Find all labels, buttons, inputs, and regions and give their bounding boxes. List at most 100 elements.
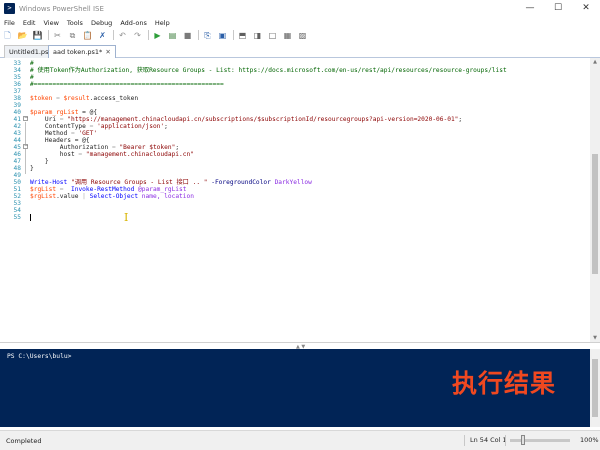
save-icon[interactable]: 💾 bbox=[32, 30, 43, 41]
token-variable: $rgList bbox=[30, 193, 57, 200]
menu-tools[interactable]: Tools bbox=[63, 19, 87, 27]
fold-toggle-icon[interactable]: − bbox=[23, 144, 28, 149]
paste-icon[interactable]: 📋 bbox=[82, 30, 93, 41]
token-argument: name, location bbox=[138, 193, 194, 200]
undo-icon[interactable]: ↶ bbox=[117, 30, 128, 41]
line-number: 43 bbox=[13, 130, 21, 137]
line-number: 49 bbox=[13, 172, 21, 179]
line-number: 36 bbox=[13, 81, 21, 88]
token-key: ContentType bbox=[30, 123, 86, 130]
toolbar-separator bbox=[198, 30, 199, 40]
code-line: Headers = @{ bbox=[30, 137, 588, 144]
status-divider bbox=[505, 435, 506, 446]
code-area[interactable]: # # 使用Token作为Authorization, 获取Resource G… bbox=[30, 60, 588, 221]
line-number: 35 bbox=[13, 74, 21, 81]
token-operator: = bbox=[85, 123, 98, 130]
token-argument: @param_rgList bbox=[134, 186, 187, 193]
close-tab-icon[interactable]: ✕ bbox=[105, 48, 110, 56]
token-key: Authorization bbox=[30, 144, 109, 151]
token-string: 'application/json' bbox=[97, 123, 165, 130]
line-number: 50 bbox=[13, 179, 21, 186]
line-number: 44 bbox=[13, 137, 21, 144]
scroll-up-icon[interactable]: ▲ bbox=[590, 58, 600, 66]
zoom-slider-thumb[interactable] bbox=[521, 435, 525, 445]
clear-console-icon[interactable]: ✗ bbox=[97, 30, 108, 41]
start-powershell-icon[interactable]: ▣ bbox=[217, 30, 228, 41]
scrollbar-thumb[interactable] bbox=[592, 154, 598, 274]
menu-edit[interactable]: Edit bbox=[19, 19, 40, 27]
show-script-top-icon[interactable]: ⬒ bbox=[237, 30, 248, 41]
maximize-button[interactable]: ☐ bbox=[544, 0, 572, 17]
token-operator: = bbox=[74, 151, 86, 158]
menu-debug[interactable]: Debug bbox=[87, 19, 116, 27]
new-file-icon[interactable]: 🗋 bbox=[2, 30, 13, 41]
menu-addons[interactable]: Add-ons bbox=[116, 19, 151, 27]
code-line: } bbox=[30, 158, 49, 165]
code-line: Method = 'GET' bbox=[30, 130, 588, 137]
show-script-maximized-icon[interactable]: □ bbox=[267, 30, 278, 41]
token-operator: = bbox=[56, 116, 68, 123]
tab-aad-token[interactable]: aad token.ps1* ✕ bbox=[48, 45, 116, 58]
fold-toggle-icon[interactable]: − bbox=[23, 116, 28, 121]
console-prompt: PS C:\Users\bulu> bbox=[7, 353, 72, 360]
overlay-caption: 执行结果 bbox=[452, 369, 557, 398]
close-button[interactable]: ✕ bbox=[572, 0, 600, 17]
show-commands-icon[interactable]: ▦ bbox=[282, 30, 293, 41]
code-line: ContentType = 'application/json'; bbox=[30, 123, 588, 130]
token-command: Invoke-RestMethod bbox=[67, 186, 135, 193]
line-number: 34 bbox=[13, 67, 21, 74]
token-variable: $rgList bbox=[30, 186, 57, 193]
open-folder-icon[interactable]: 📂 bbox=[17, 30, 28, 41]
minimize-button[interactable]: — bbox=[516, 0, 544, 17]
toolbar: 🗋 📂 💾 ✂ ⧉ 📋 ✗ ↶ ↷ ▶ ▤ ■ ⎘ ▣ ⬒ ◨ □ ▦ ▨ bbox=[0, 28, 600, 42]
line-number: 47 bbox=[13, 158, 21, 165]
line-number: 48 bbox=[13, 165, 21, 172]
menu-bar: File Edit View Tools Debug Add-ons Help bbox=[0, 17, 600, 28]
menu-file[interactable]: File bbox=[0, 19, 19, 27]
console-vertical-scrollbar[interactable] bbox=[590, 349, 600, 427]
token-string: 'GET' bbox=[78, 130, 98, 137]
scroll-down-icon[interactable]: ▼ bbox=[590, 334, 600, 342]
redo-icon[interactable]: ↷ bbox=[132, 30, 143, 41]
code-line: host = "management.chinacloudapi.cn" bbox=[30, 151, 588, 158]
toolbar-separator bbox=[233, 30, 234, 40]
line-number: 55 bbox=[13, 214, 21, 221]
powershell-icon: > bbox=[4, 3, 15, 14]
token-variable: $token bbox=[30, 95, 53, 102]
scrollbar-thumb[interactable] bbox=[592, 359, 598, 417]
token-text: = @{ bbox=[78, 109, 98, 116]
token-key: host bbox=[30, 151, 75, 158]
token-text: ; bbox=[175, 144, 180, 151]
run-selection-icon[interactable]: ▤ bbox=[167, 30, 178, 41]
show-script-right-icon[interactable]: ◨ bbox=[252, 30, 263, 41]
code-line: Authorization = "Bearer $token"; bbox=[30, 144, 588, 151]
cut-icon[interactable]: ✂ bbox=[52, 30, 63, 41]
code-line: Write-Host "调用 Resource Groups - List 接口… bbox=[30, 179, 588, 186]
pane-splitter[interactable]: ▲ ▼ bbox=[0, 342, 600, 350]
menu-view[interactable]: View bbox=[39, 19, 62, 27]
zoom-slider[interactable] bbox=[510, 439, 570, 442]
line-number: 33 bbox=[13, 60, 21, 67]
menu-help[interactable]: Help bbox=[151, 19, 174, 27]
editor-vertical-scrollbar[interactable]: ▲ ▼ bbox=[590, 58, 600, 342]
line-number: 54 bbox=[13, 207, 21, 214]
remote-powershell-icon[interactable]: ⎘ bbox=[202, 30, 213, 41]
token-variable: $param_rgList bbox=[30, 109, 79, 116]
copy-icon[interactable]: ⧉ bbox=[67, 30, 78, 41]
status-divider bbox=[464, 435, 465, 446]
token-key: Uri bbox=[30, 116, 57, 123]
line-number: 45 bbox=[13, 144, 21, 151]
run-script-icon[interactable]: ▶ bbox=[152, 30, 163, 41]
stop-icon[interactable]: ■ bbox=[182, 30, 193, 41]
code-line: $param_rgList = @{ bbox=[30, 109, 588, 116]
show-addon-icon[interactable]: ▨ bbox=[297, 30, 308, 41]
status-text: Completed bbox=[6, 436, 42, 445]
code-line: # 使用Token作为Authorization, 获取Resource Gro… bbox=[30, 67, 507, 74]
window-controls: — ☐ ✕ bbox=[516, 0, 600, 17]
script-editor[interactable]: 33 34 35 36 37 38 39 40 41 42 43 44 45 46 47 48 49 50 51 52… bbox=[0, 58, 590, 342]
line-number: 53 bbox=[13, 200, 21, 207]
toolbar-separator bbox=[148, 30, 149, 40]
token-text: = @{ bbox=[70, 137, 90, 144]
